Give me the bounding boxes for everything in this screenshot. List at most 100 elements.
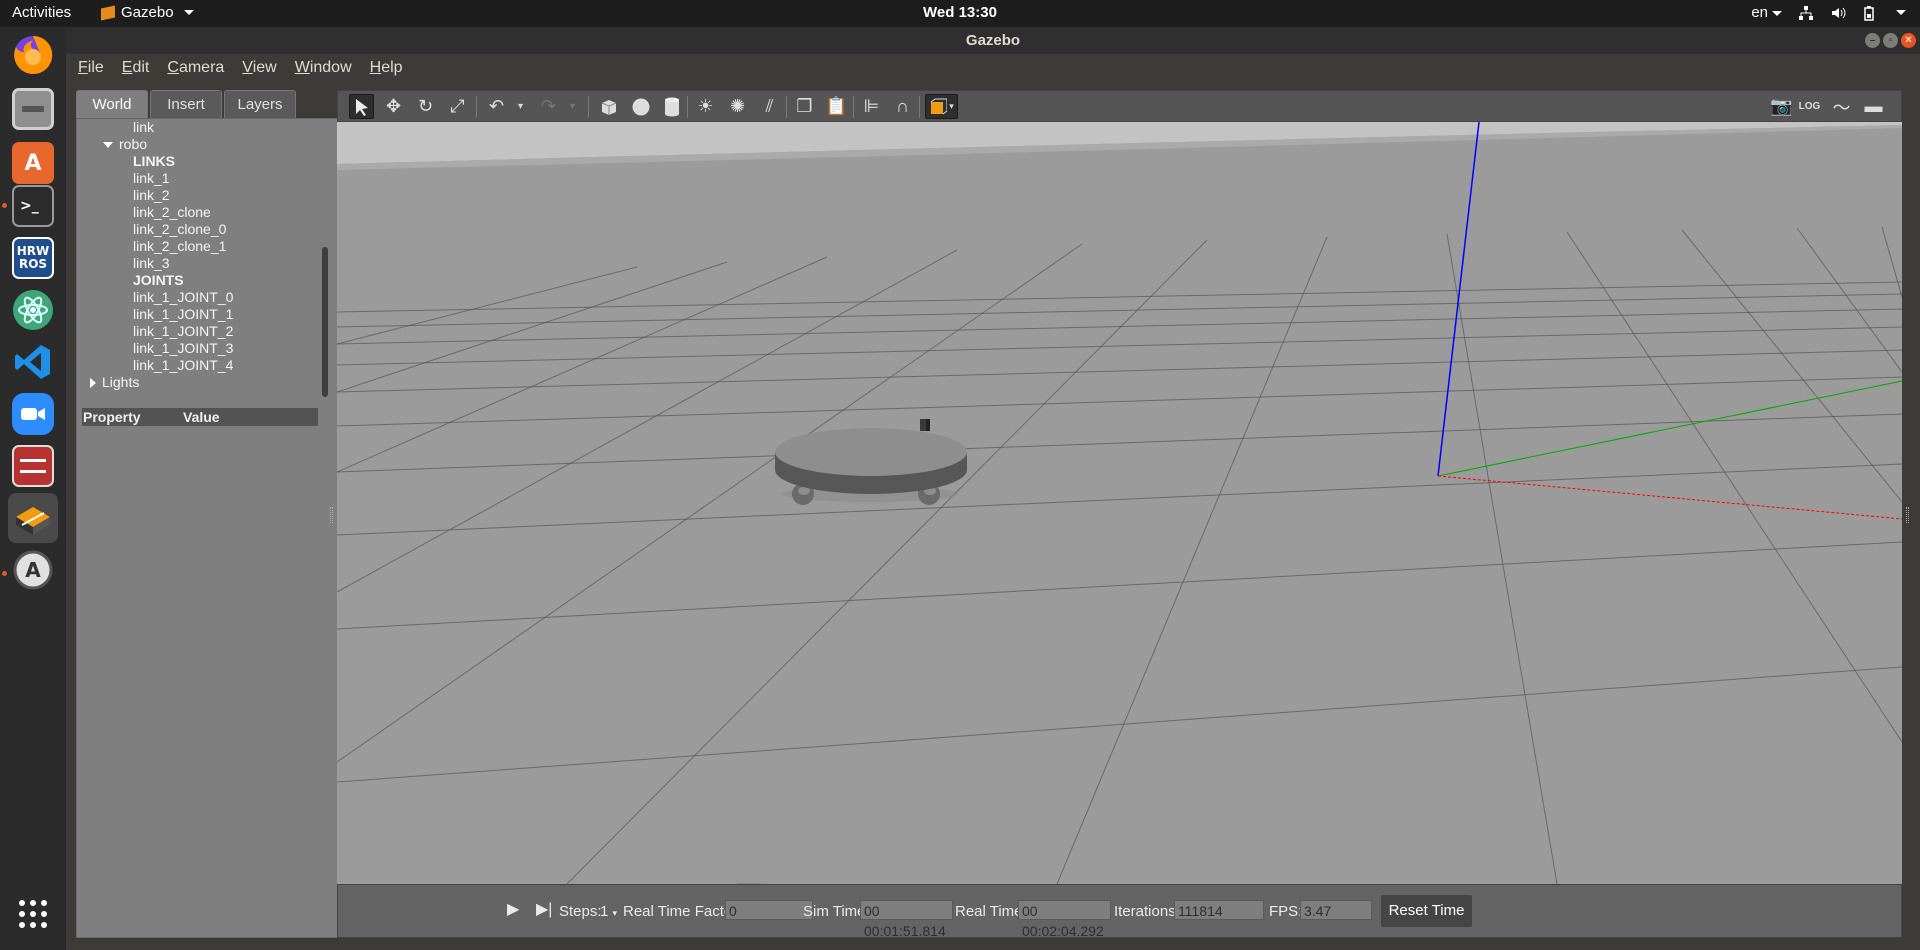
dock-item-files[interactable] [8,84,58,134]
tree-item-robo[interactable]: robo [103,136,147,153]
play-icon[interactable]: ▶ [507,899,519,919]
gazebo-window: Gazebo – ▫ ✕ File Edit Camera View Windo… [66,27,1920,950]
tab-insert[interactable]: Insert [150,90,222,118]
language-indicator[interactable]: en [1751,4,1782,21]
spot-light-icon[interactable]: ✺ [725,94,750,119]
rotate-icon[interactable]: ↻ [413,94,438,119]
view-angle-icon[interactable]: ▾ [925,94,958,119]
battery-icon [1864,5,1874,21]
tree-item-link-2-clone-1[interactable]: link_2_clone_1 [133,238,226,255]
network-icon [1799,5,1813,20]
world-panel: link robo LINKS link_1 link_2 link_2_clo… [76,118,339,938]
software-updater-icon: A [13,550,53,590]
dock-item-zoom[interactable] [8,389,58,439]
dock-item-atom[interactable] [8,285,58,335]
tree-item-link-2-clone[interactable]: link_2_clone [133,204,211,221]
gnome-top-bar: Activities Gazebo Wed 13:30 en [0,0,1920,27]
point-light-icon[interactable]: ☀ [693,94,718,119]
log-icon[interactable]: LOG [1797,94,1822,119]
app-menu[interactable]: Gazebo [101,4,194,21]
activities-button[interactable]: Activities [12,4,71,21]
menu-file[interactable]: File [78,54,104,81]
tab-world[interactable]: World [76,90,148,118]
select-arrow-icon[interactable] [349,94,374,119]
undo-icon[interactable]: ↶ [484,94,509,119]
close-button[interactable]: ✕ [1901,33,1916,48]
iterations-field: 111814 [1174,900,1264,920]
app-grid-icon[interactable] [19,900,47,928]
files-icon [12,88,54,130]
menu-camera[interactable]: Camera [167,54,224,81]
tree-item-link-3[interactable]: link_3 [133,255,170,272]
clock[interactable]: Wed 13:30 [923,4,997,21]
tree-item-joint-4[interactable]: link_1_JOINT_4 [133,357,233,374]
svg-text:A: A [25,558,41,582]
ubuntu-dock: A >_ HRW ROS A [0,27,66,950]
right-panel-handle[interactable] [1906,507,1909,523]
screenshot-icon[interactable]: 📷 [1769,94,1794,119]
tree-item-link[interactable]: link [133,119,154,136]
rtf-field: 0 [725,900,813,920]
directional-light-icon[interactable]: ⫽ [757,94,782,119]
paste-icon[interactable]: 📋 [824,94,849,119]
tree-item-link-2-clone-0[interactable]: link_2_clone_0 [133,221,226,238]
dock-item-red-app[interactable] [8,441,58,491]
system-tray[interactable]: en [1751,4,1906,21]
system-menu-chevron-icon[interactable] [1896,10,1906,15]
dock-item-terminal[interactable]: >_ [8,181,58,231]
align-icon[interactable]: ⊫ [859,94,884,119]
tree-item-joint-3[interactable]: link_1_JOINT_3 [133,340,233,357]
undo-dropdown-icon[interactable]: ▾ [508,94,533,119]
collapse-arrow-icon[interactable] [90,378,96,389]
maximize-button[interactable]: ▫ [1883,33,1898,48]
dock-item-updater[interactable]: A [8,545,58,595]
tree-item-link-2[interactable]: link_2 [133,187,170,204]
value-column-header: Value [183,409,220,425]
running-indicator [2,203,7,208]
dock-item-firefox[interactable] [8,30,58,80]
tree-item-joint-0[interactable]: link_1_JOINT_0 [133,289,233,306]
fps-field: 3.47 [1300,900,1372,920]
dock-item-gazebo[interactable] [8,493,58,543]
running-indicator [2,571,7,576]
real-time-field: 00 00:02:04.292 [1018,900,1111,939]
tree-item-link-1[interactable]: link_1 [133,170,170,187]
sphere-icon[interactable] [628,94,653,119]
tree-scrollbar[interactable] [322,247,328,397]
menu-help[interactable]: Help [370,54,403,81]
tree-item-joint-2[interactable]: link_1_JOINT_2 [133,323,233,340]
window-title: Gazebo [965,32,1021,49]
scale-icon[interactable]: ⤢ [445,94,470,119]
translate-icon[interactable]: ✥ [381,94,406,119]
menu-window[interactable]: Window [295,54,352,81]
scene-render [337,122,1902,884]
video-record-icon[interactable]: ▬ [1861,94,1886,119]
redo-icon: ↷ [540,96,557,116]
chevron-down-icon [1772,10,1782,16]
dock-item-vscode[interactable] [8,337,58,387]
3d-viewport[interactable] [337,122,1902,884]
copy-icon[interactable]: ❐ [792,94,817,119]
chevron-down-icon: ▾ [612,908,618,918]
cylinder-icon[interactable] [659,94,684,119]
steps-spinbox[interactable]: 1 ▾ [600,903,617,920]
tab-layers[interactable]: Layers [224,90,296,118]
dock-item-hrw-ros[interactable]: HRW ROS [8,233,58,283]
chevron-down-icon [183,10,194,15]
window-titlebar[interactable]: Gazebo – ▫ ✕ [66,27,1920,54]
box-icon[interactable] [596,94,621,119]
tree-item-lights[interactable]: Lights [90,374,139,391]
plot-icon[interactable]: 〜 [1829,94,1854,119]
minimize-button[interactable]: – [1865,33,1880,48]
reset-time-button[interactable]: Reset Time [1381,895,1472,927]
expand-arrow-icon[interactable] [103,142,113,149]
menu-view[interactable]: View [242,54,276,81]
property-column-header: Property [83,409,141,425]
menu-bar: File Edit Camera View Window Help [66,54,1920,81]
panel-resize-handle[interactable] [330,507,333,523]
tree-item-joint-1[interactable]: link_1_JOINT_1 [133,306,233,323]
step-icon[interactable]: ▶| [536,899,552,919]
left-panel: World Insert Layers link robo LINKS link… [76,90,339,938]
menu-edit[interactable]: Edit [122,54,150,81]
snap-icon[interactable]: ∩ [890,94,915,119]
